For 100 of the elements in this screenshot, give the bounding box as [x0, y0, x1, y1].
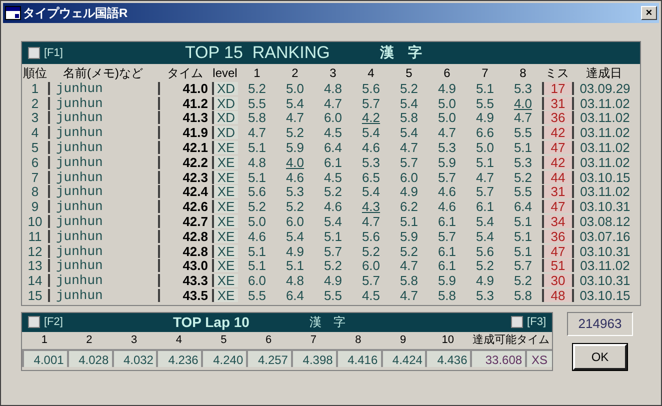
lap-cell-text: 4.6	[436, 200, 458, 214]
name-cell: junhun	[48, 244, 158, 258]
lap-cell-text: 6.0	[398, 170, 420, 184]
level-cell: XE	[212, 200, 238, 214]
level-cell: XE	[212, 215, 238, 228]
lap-cell-text: 5.1	[474, 82, 496, 95]
date-cell: 03.10.31	[572, 274, 636, 288]
lap-cell-text: 5.2	[474, 259, 496, 272]
lap-cell-text: 6.4	[512, 200, 534, 214]
lap-number: 達成可能タイム	[472, 332, 551, 348]
column-header: 3	[328, 66, 338, 78]
lap-number: 1	[40, 332, 48, 348]
rank-cell-text: 4	[30, 126, 40, 140]
window-icon	[5, 6, 21, 20]
lap-cell-text: 6.1	[474, 200, 496, 214]
miss-cell: 30	[542, 274, 572, 288]
lap-cell-text: 5.7	[474, 185, 496, 198]
lap-cell-text: 5.1	[474, 156, 496, 169]
lap-cell-text: 4.2	[360, 111, 382, 124]
lap-cell-text: 5.3	[436, 141, 458, 154]
lap-cell-text: 5.6	[474, 244, 496, 258]
column-header: 2	[290, 66, 300, 78]
column-header: 7	[480, 66, 490, 78]
lap-cell-text: 4.6	[284, 170, 306, 184]
name-cell: junhun	[48, 289, 158, 302]
lap-cell-text: 4.6	[436, 185, 458, 198]
lap-cell-text: 4.7	[360, 215, 382, 228]
lap-cell-text: 4.9	[474, 111, 496, 124]
lap-cell-text: 4.7	[474, 170, 496, 184]
checkbox[interactable]	[28, 316, 40, 328]
lap-cell-text: 5.8	[398, 111, 420, 124]
miss-cell: 44	[542, 170, 572, 184]
level-cell: XD	[212, 111, 238, 124]
ok-button[interactable]: OK	[573, 344, 627, 370]
lap-cell-text: 5.1	[246, 244, 268, 258]
miss-cell: 31	[542, 185, 572, 198]
lap-cell-text: 5.3	[474, 289, 496, 302]
lap-cell-text: 5.4	[284, 96, 306, 110]
lap-time: 4.001	[22, 348, 67, 367]
lap-cell-text: 5.4	[360, 126, 382, 140]
lap-cell-text: 5.2	[360, 244, 382, 258]
miss-cell: 31	[542, 96, 572, 110]
date-cell: 03.11.02	[572, 141, 636, 154]
lap-cell-text: 6.0	[246, 274, 268, 288]
name-cell: junhun	[48, 230, 158, 243]
date-cell: 03.10.31	[572, 244, 636, 258]
checkbox[interactable]	[28, 47, 40, 59]
rank-cell-text: 5	[30, 141, 40, 154]
lap-number: 2	[85, 332, 94, 348]
lap-cell-text: 5.7	[436, 170, 458, 184]
lap-cell-text: 4.0	[512, 96, 534, 110]
lap-cell-text: 5.1	[246, 141, 268, 154]
lap-cell-text: 5.0	[246, 215, 268, 228]
lap-cell-text: 5.2	[398, 82, 420, 95]
close-button[interactable]: ×	[641, 6, 657, 20]
rank-cell-text: 11	[27, 230, 43, 243]
lap-cell-text: 5.4	[360, 185, 382, 198]
lap-cell-text: 5.4	[322, 215, 344, 228]
lap-cell-text: 5.0	[436, 96, 458, 110]
lap-cell-text: 6.1	[436, 259, 458, 272]
lap-cell-text: 6.4	[284, 289, 306, 302]
lap-cell-text: 5.1	[512, 244, 534, 258]
lap-cell-text: 5.9	[436, 156, 458, 169]
lap-cell-text: 5.8	[512, 289, 534, 302]
miss-cell: 48	[542, 289, 572, 302]
date-cell: 03.10.31	[572, 200, 636, 214]
lap-cell-text: 5.1	[512, 141, 534, 154]
rank-cell-text: 13	[26, 259, 44, 272]
lap-number: 10	[440, 332, 455, 348]
category-label: 漢 字	[309, 314, 346, 332]
lap-cell-text: 4.7	[398, 141, 420, 154]
lap-time: 4.240	[201, 348, 246, 367]
lap-cell-text: 5.7	[398, 156, 420, 169]
lap-cell-text: 4.6	[246, 230, 268, 243]
lap-cell-text: 6.1	[436, 244, 458, 258]
lap-cell-text: 5.4	[398, 96, 420, 110]
ranking-title: TOP 15 RANKING	[184, 42, 330, 64]
lap-cell-text: 5.5	[246, 96, 268, 110]
lap-cell-text: 5.6	[246, 185, 268, 198]
lap-cell-text: 6.0	[360, 259, 382, 272]
level-cell: XE	[212, 244, 238, 258]
lap-cell-text: 5.4	[284, 230, 306, 243]
lap-time: 4.416	[336, 348, 381, 367]
name-cell: junhun	[48, 156, 158, 169]
lap-cell-text: 6.2	[398, 200, 420, 214]
column-header: level	[212, 66, 238, 78]
name-cell: junhun	[48, 259, 158, 272]
column-header: 6	[442, 66, 452, 78]
column-header: 名前(メモ)など	[62, 66, 144, 78]
name-cell: junhun	[48, 141, 158, 154]
level-cell: XE	[212, 259, 238, 272]
lap-cell-text: 5.0	[474, 141, 496, 154]
checkbox[interactable]	[511, 316, 524, 328]
name-cell: junhun	[48, 126, 158, 140]
lap-number: 3	[130, 332, 138, 348]
lap-cell-text: 5.9	[436, 274, 458, 288]
lap-cell-text: 5.9	[398, 230, 420, 243]
lap-cell-text: 5.1	[246, 259, 268, 272]
lap-cell-text: 5.7	[322, 244, 344, 258]
lap-cell-text: 5.2	[512, 274, 534, 288]
